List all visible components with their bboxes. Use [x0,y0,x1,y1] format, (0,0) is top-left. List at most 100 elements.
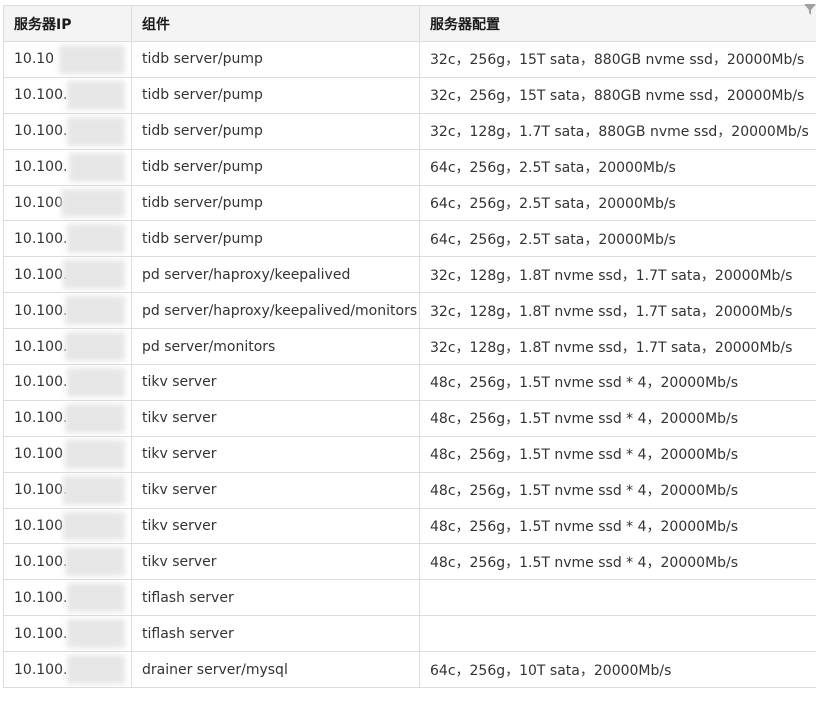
component-cell: drainer server/mysql [131,651,420,689]
component-cell: tidb server/pump [131,220,420,258]
filter-icon[interactable] [802,2,816,16]
server-ip-text: 10.100. [14,302,68,319]
server-config-cell: 64c，256g，2.5T sata，20000Mb/s [419,184,816,222]
server-ip-text: 10.100 [14,195,63,211]
server-ip-cell: 10.100. [3,399,132,437]
server-ip-cell: 10.10 [3,41,132,78]
table-row: 10.100. pd server/haproxy/keepalived/moni… [3,292,816,330]
server-ip-cell: 10.100. [3,292,132,330]
server-config-cell: 48c，256g，1.5T nvme ssd * 4，20000Mb/s [419,435,816,473]
header-server-ip: 服务器IP [3,5,132,42]
server-config-cell [419,615,816,653]
table-row: 10.100. tikv server 48c，256g，1.5T nvme ssd… [3,543,816,581]
table-row: 10.100. tiflash server [3,615,816,653]
component-cell: tikv server [131,364,420,401]
server-ip-text: 10.100. [14,374,68,391]
table-row: 10.100. tidb server/pump 64c，256g，2.5T sat… [3,220,816,258]
redaction-mask [69,152,125,182]
component-cell: tikv server [131,543,420,581]
redaction-mask [65,332,125,362]
server-ip-text: 10.100 [14,446,63,463]
redaction-mask [63,475,125,505]
table-row: 10.10 tidb server/pump 32c，256g，15T sata，8… [3,41,816,78]
server-ip-cell: 10.100. [3,220,132,258]
component-cell: tikv server [131,399,420,437]
component-cell: tikv server [131,507,420,545]
redaction-mask [67,368,125,397]
component-cell: tiflash server [131,579,420,617]
server-ip-text: 10.100. [14,230,68,247]
server-ip-cell: 10.100 [3,435,132,473]
server-config-cell: 32c，128g，1.8T nvme ssd，1.7T sata，20000Mb… [419,292,816,330]
component-cell: tikv server [131,471,420,509]
table-row: 10.100. tiflash server [3,579,816,617]
table-row: 10.100. pd server/haproxy/keepalived 32c，1… [3,256,816,294]
redaction-mask [67,619,125,649]
server-config-cell: 32c，128g，1.8T nvme ssd，1.7T sata，20000Mb… [419,328,816,366]
server-ip-cell: 10.100. [3,364,132,401]
server-ip-text: 10.100. [14,589,68,606]
server-ip-text: 10.100. [14,338,68,355]
table-row: 10.100. drainer server/mysql 64c，256g，10T … [3,651,816,689]
server-ip-cell: 10.100 [3,184,132,222]
table-row: 10.100. tidb server/pump 64c，256g，2.5T sat… [3,148,816,186]
redaction-mask [67,583,125,613]
component-cell: tiflash server [131,615,420,653]
redaction-mask [59,45,125,74]
server-ip-cell: 10.100. [3,651,132,689]
component-cell: tikv server [131,435,420,473]
redaction-mask [65,547,125,577]
table-row: 10.100. tikv server 48c，256g，1.5T nvme ssd… [3,364,816,401]
server-ip-text: 10.100. [14,87,68,104]
server-config-cell: 48c，256g，1.5T nvme ssd * 4，20000Mb/s [419,471,816,509]
server-config-cell: 64c，256g，2.5T sata，20000Mb/s [419,220,816,258]
server-config-cell: 48c，256g，1.5T nvme ssd * 4，20000Mb/s [419,543,816,581]
server-ip-cell: 10.100. [3,543,132,581]
redaction-mask [63,260,125,290]
table-row: 10.100. pd server/monitors 32c，128g，1.8T n… [3,328,816,366]
component-cell: tidb server/pump [131,148,420,186]
component-cell: pd server/monitors [131,328,420,366]
component-cell: pd server/haproxy/keepalived [131,256,420,294]
redaction-mask [65,296,125,326]
table-row: 10.100 tikv server 48c，256g，1.5T nvme ssd … [3,435,816,473]
table-header-row: 服务器IP 组件 服务器配置 [3,5,816,42]
server-ip-text: 10.100. [14,661,68,678]
server-config-cell [419,579,816,617]
server-ip-text: 10.100. [14,410,68,427]
server-ip-cell: 10.100. [3,615,132,653]
table-row: 10.100. tikv server 48c，256g，1.5T nvme ssd… [3,471,816,509]
table-row: 10.100. tikv server 48c，256g，1.5T nvme ssd… [3,399,816,437]
redaction-mask [63,511,125,541]
redaction-mask [65,403,125,433]
server-ip-cell: 10.100. [3,328,132,366]
server-config-cell: 32c，128g，1.7T sata，880GB nvme ssd，20000M… [419,112,816,150]
server-config-cell: 32c，128g，1.8T nvme ssd，1.7T sata，20000Mb… [419,256,816,294]
server-ip-text: 10.100. [14,123,68,140]
server-config-cell: 48c，256g，1.5T nvme ssd * 4，20000Mb/s [419,364,816,401]
server-ip-cell: 10.100. [3,148,132,186]
server-config-cell: 64c，256g，2.5T sata，20000Mb/s [419,148,816,186]
server-table: 服务器IP 组件 服务器配置 10.10 tidb server/pump 32c，… [3,5,816,689]
header-server-config: 服务器配置 [419,5,816,42]
redaction-mask [67,224,125,254]
server-ip-text: 10.100. [14,159,68,176]
server-config-cell: 48c，256g，1.5T nvme ssd * 4，20000Mb/s [419,507,816,545]
server-ip-cell: 10.100. [3,256,132,294]
server-ip-cell: 10.100. [3,76,132,114]
table-row: 10.100. tidb server/pump 32c，128g，1.7T sat… [3,112,816,150]
server-ip-text: 10.100. [14,553,68,570]
table-row: 10.100. tidb server/pump 32c，256g，15T sata… [3,76,816,114]
redaction-mask [65,439,125,469]
component-cell: tidb server/pump [131,112,420,150]
component-cell: pd server/haproxy/keepalived/monitors [131,292,420,330]
server-ip-text: 10.100. [14,266,68,283]
server-ip-cell: 10.100. [3,112,132,150]
server-config-cell: 64c，256g，10T sata，20000Mb/s [419,651,816,689]
server-ip-text: 10.100. [14,625,68,642]
redaction-mask [67,655,125,685]
redaction-mask [67,116,125,146]
redaction-mask [61,188,125,218]
server-config-cell: 48c，256g，1.5T nvme ssd * 4，20000Mb/s [419,399,816,437]
server-config-cell: 32c，256g，15T sata，880GB nvme ssd，20000Mb… [419,76,816,114]
